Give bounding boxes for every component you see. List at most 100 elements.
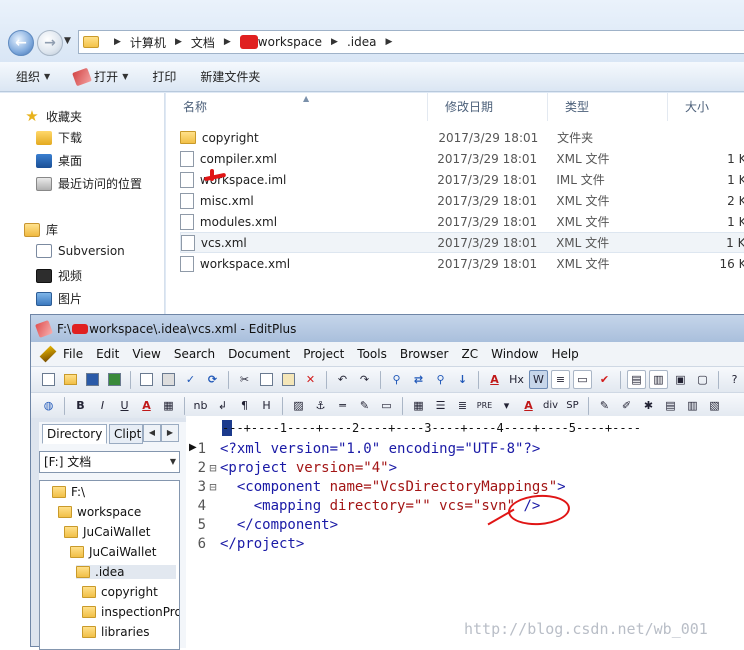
forward-button[interactable]: → [37,30,63,56]
tree-item-selected[interactable]: .idea [76,565,176,579]
tab-directory[interactable]: Directory [42,424,108,444]
select-icon[interactable]: ▾ [497,396,516,415]
tab-cliptext[interactable]: Clipt [109,424,143,444]
menu-window[interactable]: Window [491,347,538,361]
code-line[interactable]: 1 <?xml version="1.0" encoding="UTF-8"?> [194,440,744,459]
line-break-icon[interactable]: ↲ [213,396,232,415]
column-header-date[interactable]: 修改日期 [428,93,548,121]
organize-button[interactable]: 组织 ▼ [16,68,50,85]
copy-icon[interactable] [257,370,276,389]
tree-item[interactable]: libraries [82,625,149,639]
anchor-icon[interactable]: ⚓ [311,396,330,415]
chevron-left-icon[interactable]: ◀ [143,424,161,442]
paste-icon[interactable] [279,370,298,389]
tree-item[interactable]: JuCaiWallet [64,525,150,539]
comment-icon[interactable]: ✎ [355,396,374,415]
hex-view-icon[interactable]: Hx [507,370,526,389]
fold-icon[interactable]: ⊟ [206,478,220,497]
menu-project[interactable]: Project [303,347,344,361]
div-icon[interactable]: div [541,396,560,415]
italic-icon[interactable]: I [93,396,112,415]
sidebar-item-recent[interactable]: 最近访问的位置 [36,175,142,192]
file-row[interactable]: workspace.iml 2017/3/29 18:01 IML 文件 1 K… [180,169,744,190]
sidebar-item-subversion[interactable]: Subversion [36,244,125,258]
print-button[interactable]: 打印 [152,68,176,85]
drive-select[interactable]: [F:] 文档 ▼ [39,451,180,473]
menu-document[interactable]: Document [228,347,290,361]
preview-icon[interactable]: ▤ [661,396,680,415]
menu-edit[interactable]: Edit [96,347,119,361]
tree-item[interactable]: F:\ [52,485,85,499]
span-icon[interactable]: SP [563,396,582,415]
history-dropdown-icon[interactable]: ▼ [64,36,71,46]
cliptext-window-icon[interactable]: ▥ [649,370,668,389]
breadcrumb-idea[interactable]: .idea [347,35,377,49]
chevron-right-icon[interactable]: ▶ [161,424,179,442]
chevron-right-icon[interactable]: ▶ [385,37,392,47]
column-header-name[interactable]: 名称 [166,93,428,121]
cut-icon[interactable]: ✂ [235,370,254,389]
file-row[interactable]: copyright 2017/3/29 18:01 文件夹 [180,127,744,148]
code-line[interactable]: 5 </component> [194,516,744,535]
undo-icon[interactable]: ↶ [333,370,352,389]
column-header-type[interactable]: 类型 [548,93,668,121]
sidebar-item-pictures[interactable]: 图片 [36,290,82,307]
browser-icon[interactable]: ◍ [39,396,58,415]
menu-search[interactable]: Search [174,347,215,361]
word-wrap-icon[interactable]: W [529,370,548,389]
font-icon[interactable]: A [519,396,538,415]
menu-browser[interactable]: Browser [400,347,449,361]
paragraph-icon[interactable]: ¶ [235,396,254,415]
menu-tools[interactable]: Tools [357,347,387,361]
directory-window-icon[interactable]: ▤ [627,370,646,389]
tree-item[interactable]: JuCaiWallet [70,545,156,559]
font-size-icon[interactable]: A [485,370,504,389]
output-window-icon[interactable]: ▣ [671,370,690,389]
new-folder-button[interactable]: 新建文件夹 [200,68,260,85]
replace-icon[interactable]: ⇄ [409,370,428,389]
tools-icon[interactable]: ✱ [639,396,658,415]
chevron-right-icon[interactable]: ▶ [224,37,231,47]
new-file-icon[interactable] [39,370,58,389]
center-icon[interactable]: ≣ [453,396,472,415]
sidebar-item-videos[interactable]: 视频 [36,267,82,284]
horizontal-rule-icon[interactable]: ═ [333,396,352,415]
sidebar-item-libraries[interactable]: 库 [24,221,58,238]
list-icon[interactable]: ☰ [431,396,450,415]
full-screen-icon[interactable]: ▢ [693,370,712,389]
menu-help[interactable]: Help [551,347,578,361]
menu-view[interactable]: View [132,347,160,361]
menu-zc[interactable]: ZC [462,347,479,361]
nbsp-icon[interactable]: nb [191,396,210,415]
pre-icon[interactable]: PRE [475,396,494,415]
open-button[interactable]: 打开 ▼ [72,67,128,86]
chevron-right-icon[interactable]: ▶ [331,37,338,47]
refresh-icon[interactable]: ⟳ [203,370,222,389]
sidebar-item-downloads[interactable]: 下载 [36,129,82,146]
file-row[interactable]: compiler.xml 2017/3/29 18:01 XML 文件 1 KI [180,148,744,169]
form-icon[interactable]: ▭ [377,396,396,415]
clipboard-icon[interactable]: ▧ [705,396,724,415]
edit-icon[interactable]: ✎ [595,396,614,415]
code-line[interactable]: 6 </project> [194,535,744,554]
underline-icon[interactable]: U [115,396,134,415]
menu-file[interactable]: File [63,347,83,361]
file-row[interactable]: workspace.xml 2017/3/29 18:01 XML 文件 16 … [180,253,744,274]
chevron-right-icon[interactable]: ▶ [175,37,182,47]
font-color-icon[interactable]: A [137,396,156,415]
file-row[interactable]: misc.xml 2017/3/29 18:01 XML 文件 2 KI [180,190,744,211]
open-folder-icon[interactable] [61,370,80,389]
tree-item[interactable]: copyright [82,585,158,599]
check-icon[interactable]: ✔ [595,370,614,389]
file-row[interactable]: modules.xml 2017/3/29 18:01 XML 文件 1 KI [180,211,744,232]
save-icon[interactable] [83,370,102,389]
address-bar[interactable]: ▶ 计算机 ▶ 文档 ▶ workspace ▶ .idea ▶ [78,30,744,54]
highlighter-icon[interactable]: ✐ [617,396,636,415]
save-all-icon[interactable] [105,370,124,389]
fold-icon[interactable]: ⊟ [206,459,220,478]
breadcrumb-documents[interactable]: 文档 [191,34,215,51]
column-header-size[interactable]: 大小 [668,93,744,121]
spell-check-icon[interactable]: ✓ [181,370,200,389]
tree-item[interactable]: inspectionPro [82,605,179,619]
sidebar-item-favorites[interactable]: ★ 收藏夹 [24,107,82,125]
